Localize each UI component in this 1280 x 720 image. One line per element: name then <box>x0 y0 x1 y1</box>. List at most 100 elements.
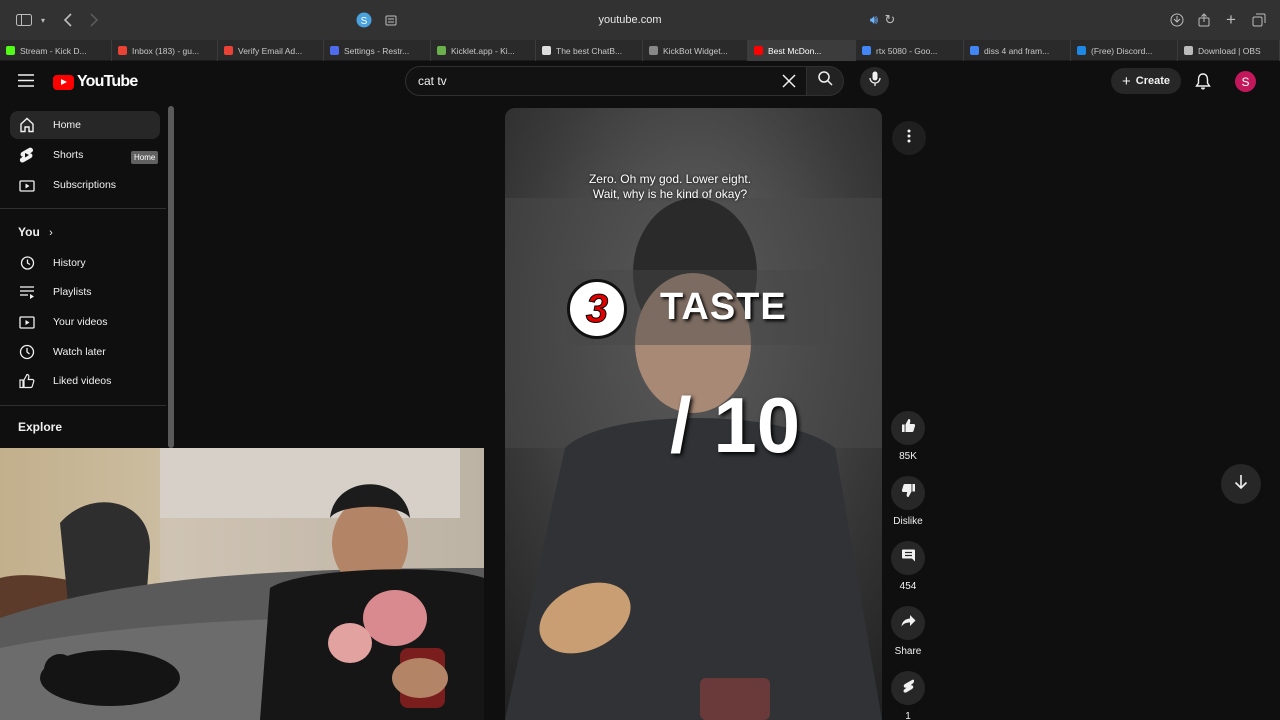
tab-label: Kicklet.app - Ki... <box>451 45 515 56</box>
browser-tab[interactable]: Best McDon... <box>748 40 856 61</box>
more-options-button[interactable] <box>892 121 926 155</box>
browser-tab[interactable]: The best ChatB... <box>536 40 643 61</box>
share-page-icon[interactable] <box>1194 10 1214 30</box>
search-button[interactable] <box>806 66 844 96</box>
browser-tab[interactable]: Download | OBS <box>1178 40 1280 61</box>
tab-favicon-icon <box>437 46 446 55</box>
back-icon[interactable] <box>58 10 78 30</box>
share-button[interactable] <box>891 606 925 640</box>
share-action[interactable]: Share <box>885 606 931 657</box>
browser-tab[interactable]: Inbox (183) - gu... <box>112 40 218 61</box>
sidebar-scrollbar[interactable] <box>168 106 174 448</box>
comment-count: 454 <box>899 581 917 592</box>
browser-tab[interactable]: Verify Email Ad... <box>218 40 324 61</box>
tab-favicon-icon <box>118 46 127 55</box>
share-arrow-icon <box>901 614 916 632</box>
video-caption: Zero. Oh my god. Lower eight. Wait, why … <box>505 172 835 202</box>
caption-line: Zero. Oh my god. Lower eight. <box>588 172 752 186</box>
youtube-play-icon <box>53 74 74 90</box>
tab-favicon-icon <box>649 46 658 55</box>
you-section-heading[interactable]: You › <box>18 225 53 239</box>
clear-search-icon[interactable] <box>782 74 796 91</box>
sidebar-item-label: History <box>53 257 86 269</box>
search-icon <box>817 71 833 91</box>
more-vertical-icon <box>907 129 911 148</box>
tab-label: The best ChatB... <box>556 45 623 56</box>
tab-favicon-icon <box>224 46 233 55</box>
create-button[interactable]: + Create <box>1111 68 1181 94</box>
new-tab-icon[interactable]: + <box>1221 10 1241 30</box>
browser-toolbar: ▾ S youtube.com 🔊︎ ↻ + <box>0 0 1280 40</box>
voice-search-button[interactable] <box>860 67 889 96</box>
share-label: Share <box>894 646 922 657</box>
comments-action[interactable]: 454 <box>885 541 931 592</box>
address-bar[interactable]: youtube.com <box>350 8 910 32</box>
sidebar-item-playlists[interactable]: Playlists <box>10 278 160 306</box>
remix-button[interactable] <box>891 671 925 705</box>
sidebar-toggle-icon[interactable] <box>14 10 34 30</box>
tab-overview-icon[interactable] <box>1249 10 1269 30</box>
youtube-masthead: YouTube cat tv + Create S <box>0 61 1280 103</box>
browser-tab[interactable]: diss 4 and fram... <box>964 40 1071 61</box>
tab-label: KickBot Widget... <box>663 45 728 56</box>
overlay-score: / 10 <box>670 381 801 469</box>
logo-text: YouTube <box>77 73 138 90</box>
reload-icon[interactable]: ↻ <box>880 10 900 30</box>
plus-icon: + <box>1121 72 1131 90</box>
browser-tab[interactable]: rtx 5080 - Goo... <box>856 40 964 61</box>
avatar[interactable]: S <box>1235 71 1256 92</box>
sidebar-item-watch-later[interactable]: Watch later <box>10 338 160 366</box>
sidebar-item-history[interactable]: History <box>10 249 160 277</box>
sidebar-item-subscriptions[interactable]: Subscriptions <box>10 171 160 199</box>
youtube-logo[interactable]: YouTube <box>53 73 138 91</box>
sidebar-item-liked-videos[interactable]: Liked videos <box>10 367 160 395</box>
explore-heading: Explore <box>18 420 63 434</box>
search-input[interactable]: cat tv <box>405 66 807 96</box>
dislike-action[interactable]: Dislike <box>885 476 931 527</box>
tab-favicon-icon <box>754 46 763 55</box>
shorts-video-player[interactable]: Zero. Oh my god. Lower eight. Wait, why … <box>505 108 882 720</box>
browser-tab[interactable]: KickBot Widget... <box>643 40 748 61</box>
sidebar-item-label: Shorts <box>53 149 84 161</box>
sidebar-item-home[interactable]: Home <box>10 111 160 139</box>
tab-label: Inbox (183) - gu... <box>132 45 200 56</box>
browser-tab[interactable]: (Free) Discord... <box>1071 40 1178 61</box>
remix-action[interactable]: 1 <box>885 671 931 720</box>
forward-icon[interactable] <box>84 10 104 30</box>
create-label: Create <box>1135 75 1170 87</box>
like-action[interactable]: 85K <box>885 411 931 462</box>
divider <box>0 405 166 406</box>
dislike-label: Dislike <box>893 516 923 527</box>
dislike-button[interactable] <box>891 476 925 510</box>
chevron-down-icon[interactable]: ▾ <box>33 10 53 30</box>
tab-favicon-icon <box>862 46 871 55</box>
arrow-down-icon <box>1234 474 1248 495</box>
hamburger-menu-icon[interactable] <box>18 74 34 92</box>
tab-favicon-icon <box>970 46 979 55</box>
browser-tab[interactable]: Stream - Kick D... <box>0 40 112 61</box>
home-icon <box>18 117 35 134</box>
notifications-bell-icon[interactable] <box>1195 73 1211 95</box>
sidebar-item-label: Playlists <box>53 286 92 298</box>
comments-button[interactable] <box>891 541 925 575</box>
browser-tab[interactable]: Settings - Restr... <box>324 40 431 61</box>
sidebar-item-label: Subscriptions <box>53 179 117 191</box>
tab-label: Verify Email Ad... <box>238 45 303 56</box>
tab-bar: Stream - Kick D... Inbox (183) - gu... Ver… <box>0 40 1280 61</box>
sidebar-item-shorts[interactable]: Shorts <box>10 141 160 169</box>
sidebar-item-label: Watch later <box>53 346 106 358</box>
url-text: youtube.com <box>598 14 662 26</box>
clock-icon <box>18 344 35 361</box>
webcam-overlay <box>0 448 484 720</box>
thumbs-down-icon <box>901 483 916 503</box>
browser-tab[interactable]: Kicklet.app - Ki... <box>431 40 536 61</box>
webcam-image <box>0 448 484 720</box>
like-button[interactable] <box>891 411 925 445</box>
sidebar-item-label: Your videos <box>53 316 108 328</box>
history-icon <box>18 255 35 272</box>
tab-favicon-icon <box>6 46 15 55</box>
comment-icon <box>901 548 916 568</box>
downloads-icon[interactable] <box>1167 10 1187 30</box>
next-video-button[interactable] <box>1221 464 1261 504</box>
sidebar-item-your-videos[interactable]: Your videos <box>10 308 160 336</box>
